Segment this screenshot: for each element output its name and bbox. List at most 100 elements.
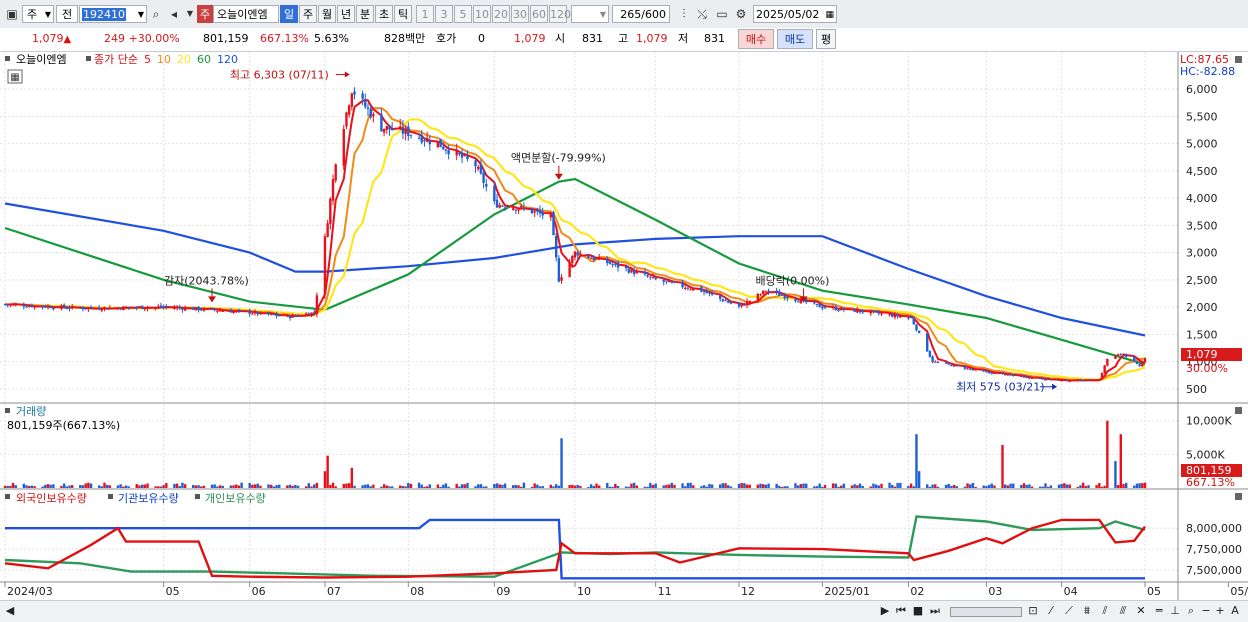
volume-bar [251,484,254,488]
rewind-icon[interactable]: ⏮ [893,603,909,619]
interval-button[interactable]: 3 [435,5,453,23]
gear-icon[interactable]: ⚙ [733,5,749,23]
candle-body [62,304,66,308]
search-icon[interactable]: ⌕ [148,5,164,23]
volume-bar [425,486,429,488]
chevron-down-icon: ▼ [599,10,606,19]
period-button[interactable]: 주 [299,5,317,23]
stock-chart[interactable]: 5001,0001,5002,0002,5003,0003,5004,0004,… [0,52,1248,600]
chevron-down-icon[interactable]: ▼ [182,5,198,23]
fast-forward-icon[interactable]: ⏭ [927,603,943,619]
interval-button[interactable]: 5 [454,5,472,23]
candle-body [896,314,899,317]
period-button[interactable]: 일 [280,5,298,23]
period-button[interactable]: 분 [356,5,374,23]
candle-body [97,307,101,310]
volume-bar [794,483,797,488]
buy-button[interactable]: 매수 [738,29,774,49]
stock-name-field[interactable]: 오늘이엔엠 [213,5,279,23]
zoom-out-icon[interactable]: − [1200,603,1212,619]
ma-legend[interactable]: 종가 단순 5 10 20 60 120 [94,53,238,66]
interval-button[interactable]: 10 [473,5,491,23]
volume-bar [837,486,840,488]
volume-bar [815,486,819,488]
interval-button[interactable]: 30 [511,5,529,23]
ray-tool-icon[interactable]: ⟋ [1062,603,1076,619]
volume-bar [1028,484,1031,488]
volume-bar [762,484,765,488]
candle-body [853,308,856,312]
bid-value: 0 [478,32,485,45]
candle-body [294,315,297,317]
interval-button[interactable]: 20 [492,5,510,23]
interval-button[interactable]: 120 [549,5,571,23]
candle-body [1060,380,1063,382]
chart-window-icon[interactable]: ▣ [4,5,20,23]
zoom-in-icon[interactable]: ⊡ [1026,603,1040,619]
candle-body [740,304,743,307]
candle-body [382,128,386,133]
cross-tool-icon[interactable]: ✕ [1134,603,1148,619]
horizontal-line-tool-icon[interactable]: ═ [1152,603,1166,619]
date-input[interactable]: 2025/05/02 ▦ [753,5,837,23]
range-select[interactable]: 전 [56,5,78,23]
chart-scrollbar[interactable]: ◀ ▶ ⏮ ■ ⏭ ⊡ ⁄ ⟋ ⩩ ⫽ ⫻ ✕ ═ ⊥ ⌕ − + A [0,600,1248,622]
save-icon[interactable]: ▭ [714,5,730,23]
channel-tool-icon[interactable]: ⫻ [1116,603,1130,619]
interval-custom-select[interactable]: ▼ [571,5,609,23]
hc-label: HC:-82.88 [1180,65,1235,78]
scroll-right-icon[interactable]: ▶ [878,603,892,619]
candle-body [767,290,770,292]
candle-body [197,306,200,311]
stock-code-input[interactable]: 192410 ▼ [79,5,147,23]
period-button[interactable]: 월 [318,5,336,23]
volume-bar [934,484,937,488]
candle-type-icon[interactable]: ⫶ [676,5,692,23]
candle-count-input[interactable]: 265/600 [612,5,670,23]
scroll-left-icon[interactable]: ◀ [4,603,16,619]
zoom-slider[interactable] [950,607,1022,617]
period-tool-icon[interactable]: ⊥ [1168,603,1182,619]
volume-bar [307,483,311,488]
volume-bar [952,485,956,488]
stock-code-value: 192410 [82,8,126,21]
candle-body [248,310,251,314]
volume-bar [428,484,432,488]
volume-bar [248,482,251,488]
market-select[interactable]: 주 ▼ [22,5,54,23]
candle-body [686,287,690,289]
fibonacci-tool-icon[interactable]: ⩩ [1080,603,1094,619]
zoom-in-plus-icon[interactable]: + [1214,603,1226,619]
speaker-icon[interactable]: ◂ [166,5,182,23]
volume-bar [802,483,805,488]
close-pane-icon[interactable] [1235,493,1242,500]
candle-body [684,287,687,289]
candle-body [33,305,36,308]
candle-body [425,138,429,142]
volume-bar [390,486,394,488]
close-pane-icon[interactable] [1235,407,1242,414]
period-button[interactable]: 년 [337,5,355,23]
text-tool-icon[interactable]: A [1228,603,1242,619]
magnifier-icon[interactable]: ⌕ [1184,603,1198,619]
candle-body [372,113,375,117]
period-button[interactable]: 틱 [394,5,412,23]
line-tool-icon[interactable]: ⁄ [1044,603,1058,619]
draw-tool-icon[interactable]: ⤯ [694,5,710,23]
volume-bar [460,484,464,488]
interval-button[interactable]: 1 [416,5,434,23]
volume-bar [119,484,122,488]
volume-bar [767,483,770,488]
volume-bar [1001,444,1004,488]
stop-icon[interactable]: ■ [910,603,926,619]
price-tick-label: 6,000 [1186,83,1218,96]
sell-button[interactable]: 매도 [777,29,813,49]
volume-bar [157,486,160,488]
period-button[interactable]: 초 [375,5,393,23]
market-select-value: 주 [27,8,38,21]
close-pane-icon[interactable] [1235,56,1242,63]
volume-bar [146,483,149,488]
trend-tool-icon[interactable]: ⫽ [1098,603,1112,619]
interval-button[interactable]: 60 [530,5,548,23]
eval-button[interactable]: 평 [816,29,836,49]
